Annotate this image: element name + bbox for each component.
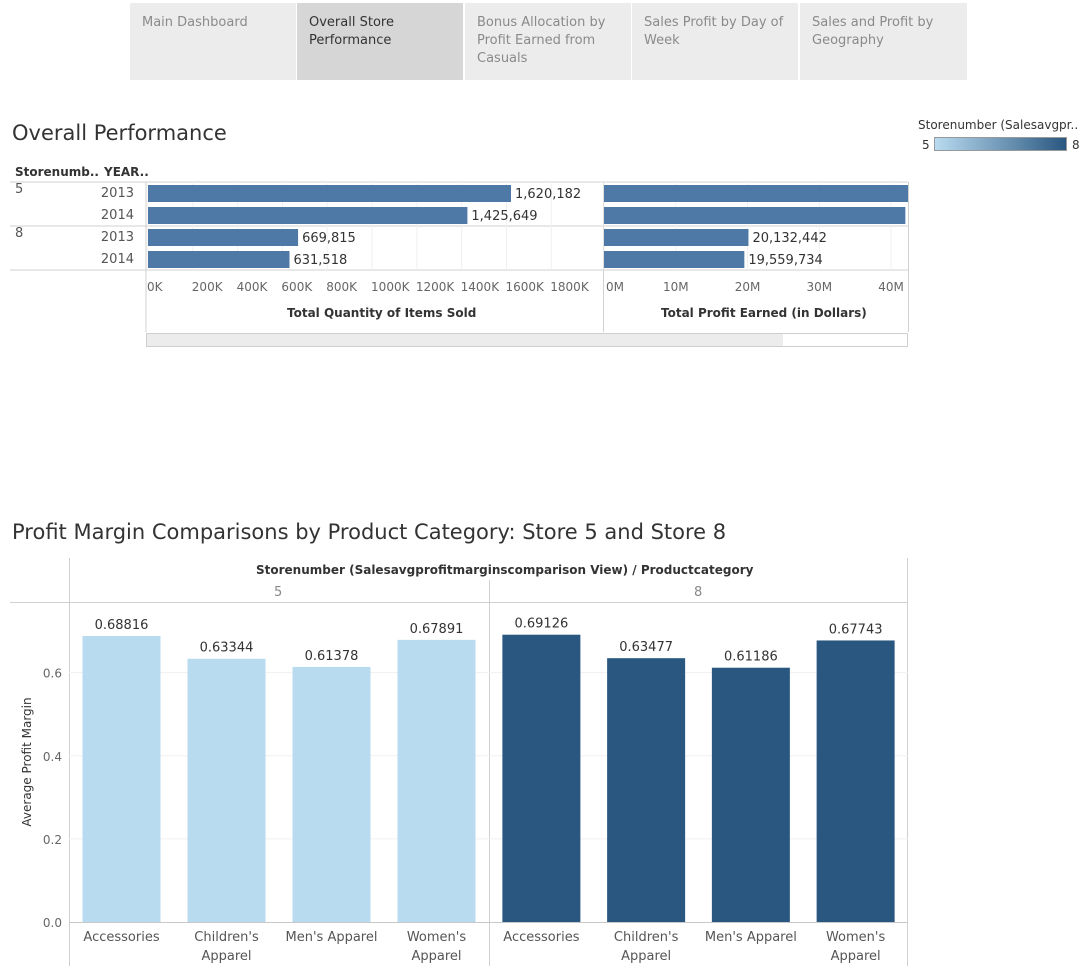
category-label: Apparel (831, 949, 881, 964)
y-tick-label: 0.6 (43, 667, 62, 681)
margin-bar-store-5 (397, 639, 476, 922)
margin-bar-store-5 (292, 666, 371, 922)
margin-bar-store-5 (187, 658, 266, 922)
category-label: Children's (194, 930, 259, 945)
margin-bar-label: 0.68816 (95, 618, 149, 633)
margin-bar-label: 0.61378 (305, 649, 359, 664)
category-label: Accessories (83, 930, 159, 945)
category-label: Men's Apparel (286, 930, 378, 945)
margin-bar-label: 0.69126 (514, 617, 568, 632)
category-label: Children's (614, 930, 679, 945)
margin-bar-label: 0.67891 (410, 622, 464, 637)
category-label: Men's Apparel (705, 930, 797, 945)
margin-bar-store-5 (82, 636, 161, 922)
y-tick-label: 0.2 (43, 833, 62, 847)
margin-bar-store-8 (502, 634, 581, 922)
margin-bar-label: 0.67743 (829, 622, 883, 637)
category-label: Apparel (201, 949, 251, 964)
y-tick-label: 0.4 (43, 750, 62, 764)
margin-bar-label: 0.63344 (200, 641, 254, 656)
category-label: Accessories (503, 930, 579, 945)
margin-bar-store-8 (607, 658, 686, 922)
margin-bar-label: 0.63477 (619, 640, 673, 655)
y-tick-label: 0.0 (43, 916, 62, 930)
margin-bar-label: 0.61186 (724, 650, 778, 665)
y-axis-title: Average Profit Margin (20, 697, 34, 826)
category-label: Apparel (411, 949, 461, 964)
category-label: Women's (826, 930, 886, 945)
margin-bar-store-8 (711, 667, 790, 922)
margin-bar-store-8 (816, 640, 895, 922)
category-label: Women's (407, 930, 467, 945)
profit-margin-chart: 0.0 0.2 0.4 0.6 Average Profit Margin 0.68816… (10, 558, 908, 966)
category-label: Apparel (621, 949, 671, 964)
